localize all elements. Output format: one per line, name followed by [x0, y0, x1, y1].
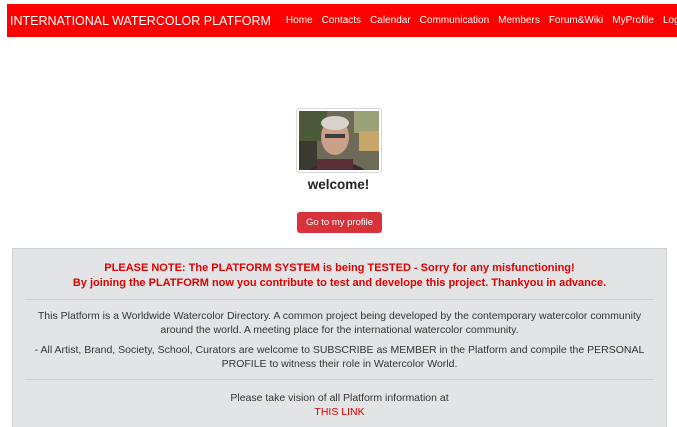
go-to-profile-button[interactable]: Go to my profile — [297, 212, 382, 233]
nav-home[interactable]: Home — [286, 15, 313, 26]
nav-calendar[interactable]: Calendar — [370, 15, 411, 26]
nav-login-subscribe[interactable]: Login/Subscribe — [663, 15, 677, 26]
nav-forum-wiki[interactable]: Forum&Wiki — [549, 15, 603, 26]
vision-text: Please take vision of all Platform infor… — [230, 392, 449, 404]
notice-line-2: By joining the PLATFORM now you contribu… — [72, 277, 607, 289]
this-link[interactable]: THIS LINK — [314, 406, 364, 418]
nav-my-profile[interactable]: MyProfile — [612, 15, 654, 26]
top-navbar: INTERNATIONAL WATERCOLOR PLATFORM Home C… — [7, 4, 677, 37]
notice-line-1: PLEASE NOTE: The PLATFORM SYSTEM is bein… — [104, 262, 575, 274]
vision-link-wrapper: THIS LINK — [21, 405, 658, 419]
welcome-heading: welcome! — [307, 177, 370, 192]
testing-notice: PLEASE NOTE: The PLATFORM SYSTEM is bein… — [13, 261, 666, 291]
brand-link[interactable]: INTERNATIONAL WATERCOLOR PLATFORM — [10, 14, 271, 28]
avatar — [296, 108, 382, 173]
subscribe-description: - All Artist, Brand, Society, School, Cu… — [34, 344, 645, 370]
nav-contacts[interactable]: Contacts — [322, 15, 361, 26]
platform-description: This Platform is a Worldwide Watercolor … — [37, 310, 642, 336]
divider — [25, 379, 654, 380]
divider — [25, 299, 654, 300]
nav-members[interactable]: Members — [498, 15, 540, 26]
nav-communication[interactable]: Communication — [420, 15, 489, 26]
avatar-photo — [299, 111, 379, 170]
info-panel: PLEASE NOTE: The PLATFORM SYSTEM is bein… — [12, 248, 667, 427]
